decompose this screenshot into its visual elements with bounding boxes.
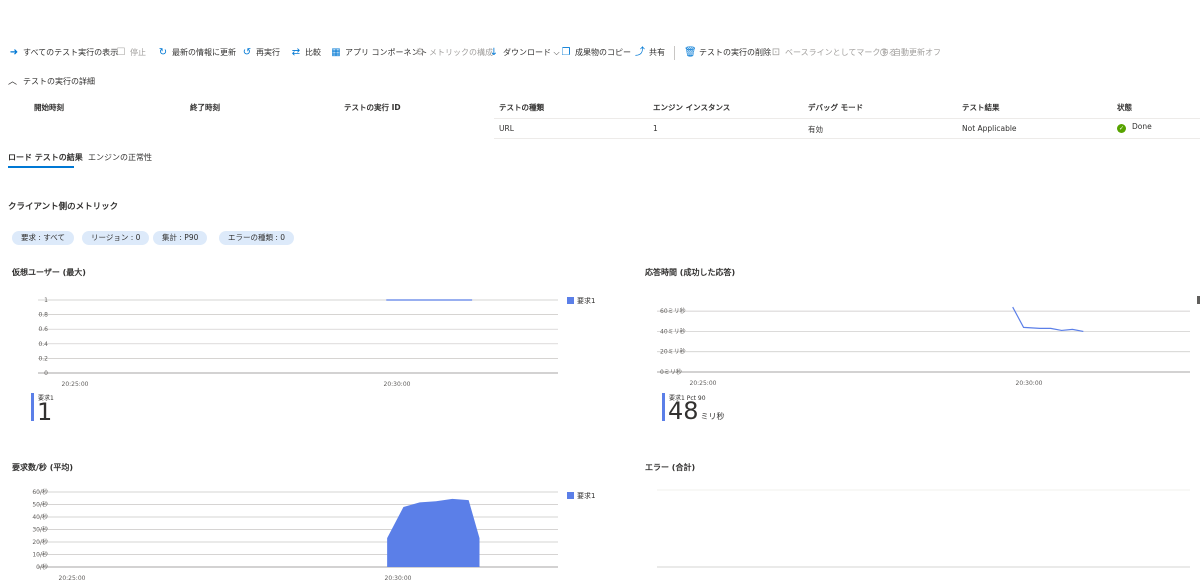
- y-tick-label: 60/秒: [32, 488, 48, 496]
- x-tick-label: 20:25:00: [690, 380, 717, 387]
- legend-swatch: [567, 492, 574, 499]
- y-tick-label: 0.4: [38, 341, 48, 348]
- y-tick-label: 50/秒: [32, 501, 48, 509]
- y-tick-label: 0.2: [38, 355, 48, 362]
- y-tick-label: 0.6: [38, 326, 48, 333]
- legend-label: 要求1: [577, 297, 596, 305]
- kpi-value: 1: [37, 398, 53, 426]
- x-tick-label: 20:25:00: [59, 575, 86, 580]
- y-tick-label: 1: [44, 297, 48, 304]
- y-tick-label: 30/秒: [32, 526, 48, 534]
- kpi-value: 48 ミリ秒: [668, 399, 725, 429]
- y-tick-label: 0ミリ秒: [660, 368, 682, 376]
- legend-label: 要求1: [577, 492, 596, 500]
- y-tick-label: 0.8: [38, 312, 48, 319]
- legend-virtual-users[interactable]: 要求1: [567, 296, 595, 306]
- x-tick-label: 20:30:00: [385, 575, 412, 580]
- x-tick-label: 20:25:00: [62, 381, 89, 388]
- x-tick-label: 20:30:00: [384, 381, 411, 388]
- charts-canvas: 0 0.2 0.4 0.6 0.8 1 20:25:00 20:30:00 0ミリ秒 20ミリ秒 4…: [32, 297, 1190, 580]
- y-tick-label: 60ミリ秒: [660, 307, 686, 315]
- legend-swatch: [567, 297, 574, 304]
- y-tick-label: 40ミリ秒: [660, 327, 686, 335]
- y-tick-label: 0/秒: [36, 563, 48, 571]
- y-tick-label: 10/秒: [32, 551, 48, 559]
- series-area: [387, 498, 480, 567]
- kpi-bar: [31, 393, 34, 421]
- y-tick-label: 20/秒: [32, 538, 48, 546]
- x-tick-label: 20:30:00: [1016, 380, 1043, 387]
- y-tick-label: 40/秒: [32, 513, 48, 521]
- y-tick-label: 0: [44, 370, 48, 377]
- kpi-number: 48: [668, 397, 699, 425]
- kpi-bar: [662, 393, 665, 421]
- y-tick-label: 20ミリ秒: [660, 348, 686, 356]
- kpi-unit: ミリ秒: [700, 412, 725, 421]
- series-line: [1012, 306, 1084, 333]
- legend-requests-per-sec[interactable]: 要求1: [567, 491, 595, 501]
